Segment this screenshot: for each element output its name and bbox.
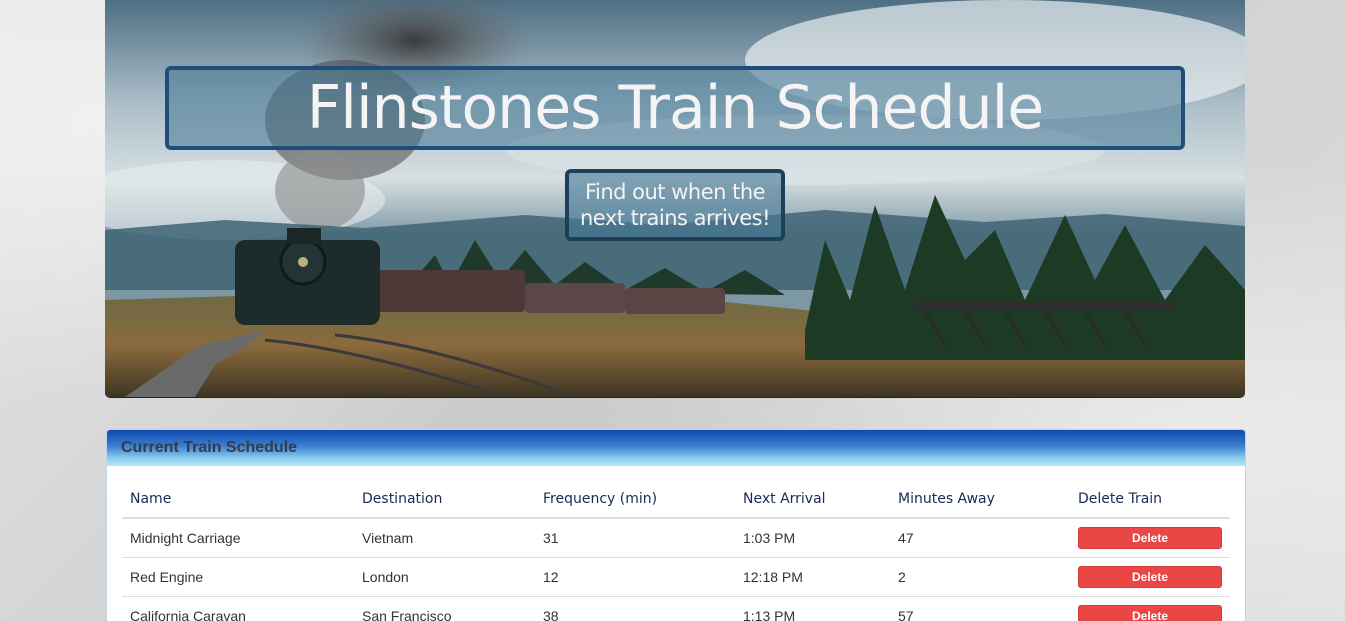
column-header-next-arrival: Next Arrival: [735, 481, 890, 519]
table-row: Midnight Carriage Vietnam 31 1:03 PM 47 …: [122, 518, 1230, 558]
table-row: California Caravan San Francisco 38 1:13…: [122, 596, 1230, 621]
title-box: Flinstones Train Schedule: [165, 66, 1185, 150]
frequency-cell: 31: [543, 530, 559, 546]
delete-train-button[interactable]: Delete: [1078, 527, 1222, 549]
schedule-panel-body: Name Destination Frequency (min) Next Ar…: [107, 466, 1245, 621]
next-arrival-cell: 1:03 PM: [743, 530, 796, 546]
column-header-name: Name: [122, 481, 354, 519]
minutes-away-cell: 2: [890, 557, 1070, 597]
destination-cell: Vietnam: [362, 530, 414, 546]
column-header-frequency: Frequency (min): [535, 481, 735, 519]
train-name-cell: Midnight Carriage: [130, 530, 241, 546]
train-name-cell: Red Engine: [122, 557, 354, 597]
hero-banner: Flinstones Train Schedule Find out when …: [105, 0, 1245, 398]
delete-train-button[interactable]: Delete: [1078, 605, 1222, 621]
delete-train-button[interactable]: Delete: [1078, 566, 1222, 588]
schedule-panel-heading: Current Train Schedule: [107, 430, 1245, 466]
next-arrival-cell: 1:13 PM: [735, 596, 890, 621]
table-row: Red Engine London 12 12:18 PM 2 Delete: [122, 557, 1230, 597]
table-header-row: Name Destination Frequency (min) Next Ar…: [122, 481, 1230, 519]
column-header-destination: Destination: [354, 481, 535, 519]
next-arrival-cell: 12:18 PM: [735, 557, 890, 597]
minutes-away-cell: 57: [890, 596, 1070, 621]
delete-cell: Delete: [1070, 557, 1230, 597]
schedule-heading: Current Train Schedule: [121, 439, 298, 456]
column-header-minutes-away: Minutes Away: [890, 481, 1070, 519]
delete-cell: Delete: [1070, 518, 1230, 558]
page-title: Flinstones Train Schedule: [306, 73, 1044, 143]
frequency-cell: 12: [535, 557, 735, 597]
minutes-away-cell: 47: [898, 530, 914, 546]
frequency-cell: 38: [535, 596, 735, 621]
subtitle-box: Find out when the next trains arrives!: [565, 169, 785, 241]
train-name-cell: California Caravan: [122, 596, 354, 621]
delete-cell: Delete: [1070, 596, 1230, 621]
column-header-delete-train: Delete Train: [1070, 481, 1230, 519]
destination-cell: London: [354, 557, 535, 597]
schedule-panel: Current Train Schedule Name Destination …: [106, 429, 1246, 621]
page-subtitle: Find out when the next trains arrives!: [579, 180, 771, 230]
destination-cell: San Francisco: [354, 596, 535, 621]
train-schedule-table: Name Destination Frequency (min) Next Ar…: [122, 481, 1230, 621]
